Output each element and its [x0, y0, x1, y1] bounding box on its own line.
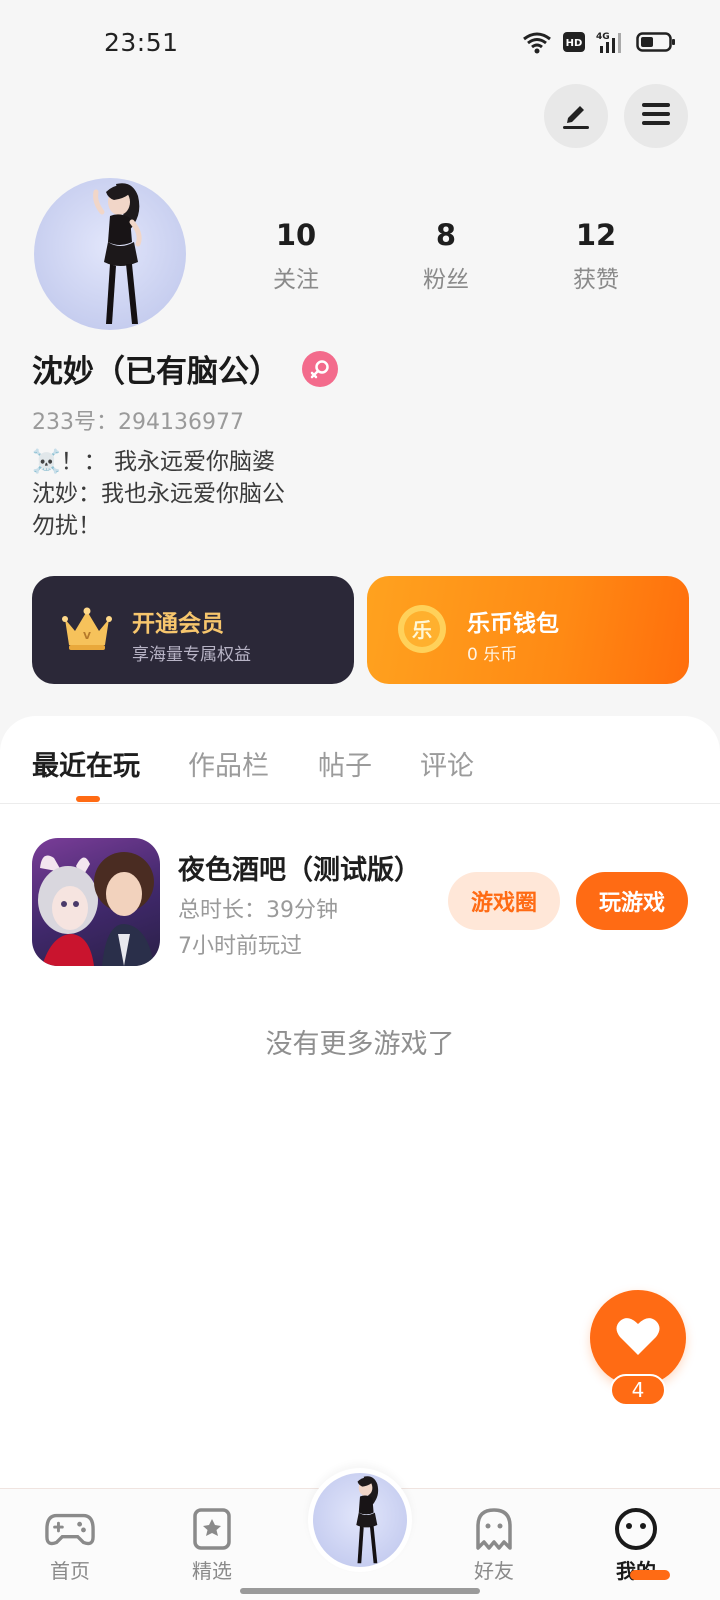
gamepad-icon — [45, 1507, 95, 1551]
avatar-figure-icon — [93, 183, 142, 324]
stat-following[interactable]: 10 关注 — [246, 218, 346, 294]
empty-list-text: 没有更多游戏了 — [265, 1029, 455, 1060]
vip-title: 开通会员 — [132, 611, 224, 637]
tab-recent-play[interactable]: 最近在玩 — [32, 744, 140, 783]
star-book-icon — [187, 1507, 237, 1551]
nav-center-avatar[interactable] — [308, 1468, 412, 1572]
edit-profile-button[interactable] — [544, 84, 608, 148]
hd-label: HD — [566, 38, 583, 49]
nickname-row: 沈妙（已有脑公） — [32, 346, 338, 391]
hamburger-icon — [640, 100, 672, 132]
coin-icon: 乐 — [391, 598, 453, 660]
game-cover-icon — [32, 838, 160, 966]
avatar[interactable] — [34, 178, 186, 330]
nav-featured-label: 精选 — [192, 1559, 232, 1583]
game-title: 夜色酒吧（测试版） — [178, 855, 421, 886]
play-game-button[interactable]: 玩游戏 — [576, 872, 688, 930]
like-count: 4 — [610, 1374, 666, 1406]
stat-likes-label: 获赞 — [573, 267, 619, 293]
nav-friends[interactable]: 好友 — [444, 1489, 544, 1589]
face-icon — [611, 1507, 661, 1551]
bio-line: 沈妙：我也永远爱你脑公 — [32, 481, 285, 507]
game-duration: 总时长：39分钟 — [178, 898, 338, 923]
crown-icon: V — [56, 598, 118, 660]
signal-icon: 4G — [596, 30, 626, 54]
nav-friends-label: 好友 — [474, 1559, 514, 1583]
tab-indicator — [76, 796, 100, 802]
tab-comments[interactable]: 评论 — [420, 744, 474, 783]
svg-text:V: V — [83, 631, 91, 642]
nickname: 沈妙（已有脑公） — [32, 354, 280, 390]
bio-line: ☠️！： 我永远爱你脑婆 — [32, 449, 275, 475]
stat-likes-count: 12 — [575, 218, 617, 252]
center-avatar-figure-icon — [313, 1473, 407, 1567]
wallet-card[interactable]: 乐 乐币钱包 0 乐币 — [367, 576, 689, 684]
status-icons: HD 4G — [522, 30, 676, 54]
nav-home[interactable]: 首页 — [20, 1489, 120, 1589]
wifi-icon — [522, 30, 552, 54]
battery-icon — [636, 31, 676, 53]
stat-fans-label: 粉丝 — [423, 267, 469, 293]
tab-works[interactable]: 作品栏 — [188, 744, 269, 783]
vip-card[interactable]: V 开通会员 享海量专属权益 — [32, 576, 354, 684]
status-bar: 23:51 HD 4G — [0, 0, 720, 90]
ghost-icon — [469, 1507, 519, 1551]
stat-following-label: 关注 — [273, 267, 319, 293]
wallet-balance: 0 乐币 — [467, 645, 518, 665]
tab-posts[interactable]: 帖子 — [318, 744, 372, 783]
content-sheet: 最近在玩 作品栏 帖子 评论 夜色酒吧（测试版） 总时长：39分钟 7小时前玩过 — [0, 716, 720, 1496]
bio-line: 勿扰！ — [32, 513, 101, 539]
heart-icon — [615, 1315, 661, 1361]
hd-icon: HD — [562, 31, 586, 53]
profile-stats: 10 关注 8 粉丝 12 获赞 — [246, 218, 646, 294]
nav-home-label: 首页 — [50, 1559, 90, 1583]
coin-glyph: 乐 — [412, 618, 432, 642]
female-gender-icon — [302, 350, 338, 387]
stat-fans[interactable]: 8 粉丝 — [396, 218, 496, 294]
status-time: 23:51 — [104, 28, 179, 57]
network-label: 4G — [596, 32, 610, 42]
wallet-title: 乐币钱包 — [467, 611, 559, 637]
stat-following-count: 10 — [275, 218, 317, 252]
user-id: 233号：294136977 — [32, 410, 244, 435]
game-last-played: 7小时前玩过 — [178, 934, 302, 959]
stat-likes[interactable]: 12 获赞 — [546, 218, 646, 294]
active-nav-indicator — [630, 1570, 670, 1580]
nav-featured[interactable]: 精选 — [162, 1489, 262, 1589]
pencil-icon — [559, 97, 593, 135]
vip-subtitle: 享海量专属权益 — [132, 645, 251, 665]
game-list-item[interactable]: 夜色酒吧（测试版） 总时长：39分钟 7小时前玩过 游戏圈 玩游戏 — [32, 838, 692, 968]
profile-tabs: 最近在玩 作品栏 帖子 评论 — [0, 716, 720, 804]
menu-button[interactable] — [624, 84, 688, 148]
home-indicator[interactable] — [240, 1588, 480, 1594]
game-circle-button[interactable]: 游戏圈 — [448, 872, 560, 930]
bio: ☠️！： 我永远爱你脑婆 沈妙：我也永远爱你脑公 勿扰！ — [32, 446, 285, 542]
stat-fans-count: 8 — [435, 218, 457, 252]
like-button[interactable] — [590, 1290, 686, 1386]
